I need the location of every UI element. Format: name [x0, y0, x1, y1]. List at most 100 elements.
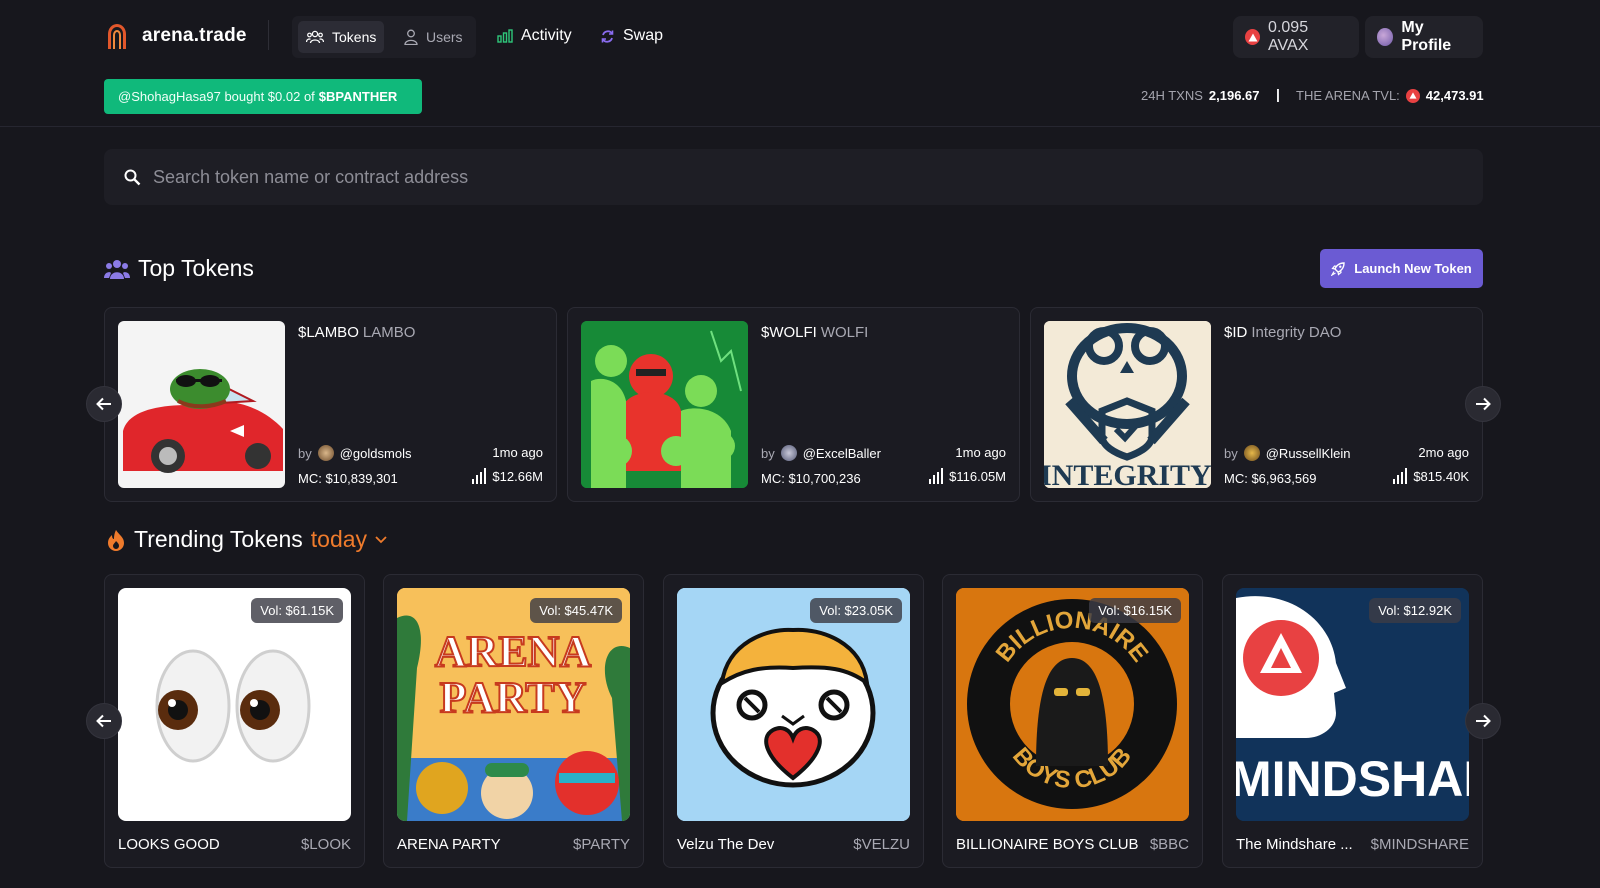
token-image-bbc: BILLIONAIRE BOYS CLUB Vol: $16.15K	[956, 588, 1189, 821]
ticker-text: @ShohagHasa97 bought $0.02 of	[118, 89, 315, 104]
creator-avatar	[317, 445, 334, 461]
tab-users-label: Users	[426, 29, 463, 45]
volume-badge: Vol: $23.05K	[810, 598, 902, 623]
search-bar	[104, 149, 1483, 205]
trending-tokens-title: Trending Tokens	[134, 526, 303, 552]
token-image-text-2: PARTY	[440, 673, 587, 722]
stats-separator: |	[1276, 86, 1280, 102]
volume-badge: Vol: $45.47K	[530, 598, 622, 623]
token-creator[interactable]: by @ExcelBaller	[761, 445, 881, 461]
swap-icon	[601, 29, 614, 43]
launch-new-token-label: Launch New Token	[1354, 261, 1472, 276]
search-icon	[124, 169, 141, 185]
header-divider-line	[0, 126, 1600, 127]
token-image-arena-party: ARENA PARTY Vol: $45.47K	[397, 588, 630, 821]
tvl-value: 42,473.91	[1425, 88, 1484, 103]
tab-tokens[interactable]: Tokens	[298, 21, 385, 53]
nav-swap[interactable]: Swap	[600, 27, 663, 45]
token-volume: $116.05M	[929, 468, 1006, 484]
brand-name[interactable]: arena.trade	[142, 25, 247, 47]
token-market-cap: MC: $10,839,301	[298, 471, 398, 486]
header-divider	[268, 20, 269, 50]
wallet-balance[interactable]: 0.095 AVAX	[1233, 16, 1359, 58]
trending-card-mindshare[interactable]: MINDSHAR Vol: $12.92K The Mindshare ... …	[1222, 574, 1483, 868]
trending-token-name: BILLIONAIRE BOYS CLUB	[956, 836, 1139, 853]
trending-card-look[interactable]: Vol: $61.15K LOOKS GOOD $LOOK	[104, 574, 365, 868]
token-image-wolfi	[581, 321, 748, 488]
by-label: by	[1224, 445, 1238, 461]
users-group-icon	[104, 259, 130, 279]
tvl-label: THE ARENA TVL:	[1296, 88, 1400, 103]
volume-badge: Vol: $12.92K	[1369, 598, 1461, 623]
volume-badge: Vol: $16.15K	[1089, 598, 1181, 623]
top-token-card-wolfi[interactable]: $WOLFI WOLFI by @ExcelBaller 1mo ago MC: …	[567, 307, 1020, 502]
trending-token-symbol: $VELZU	[853, 836, 910, 853]
trending-token-symbol: $PARTY	[573, 836, 630, 853]
token-symbol: $WOLFI	[761, 324, 817, 341]
token-image-text: INTEGRITY	[1044, 459, 1211, 488]
stats-txns: 24H TXNS 2,196.67	[1141, 88, 1260, 103]
wallet-balance-value: 0.095 AVAX	[1268, 19, 1309, 54]
trending-card-velzu[interactable]: Vol: $23.05K Velzu The Dev $VELZU	[663, 574, 924, 868]
trending-next-button[interactable]	[1465, 703, 1501, 739]
volume-bars-icon	[472, 468, 487, 484]
token-title: $ID Integrity DAO	[1224, 324, 1341, 341]
top-token-card-id[interactable]: INTEGRITY $ID Integrity DAO by @RussellKl…	[1030, 307, 1483, 502]
token-name: Integrity DAO	[1251, 324, 1342, 341]
launch-new-token-button[interactable]: Launch New Token	[1320, 249, 1483, 288]
nav-activity[interactable]: Activity	[497, 27, 572, 45]
top-tokens-heading: Top Tokens	[104, 255, 254, 282]
token-creator[interactable]: by @RussellKlein	[1224, 445, 1350, 461]
token-image-looks-good: Vol: $61.15K	[118, 588, 351, 821]
arrow-left-icon	[96, 397, 111, 411]
activity-ticker[interactable]: @ShohagHasa97 bought $0.02 of $BPANTHER	[104, 79, 422, 114]
volume-bars-icon	[1393, 468, 1408, 484]
tab-tokens-label: Tokens	[332, 29, 377, 45]
rocket-icon	[1331, 261, 1345, 276]
token-image-text: MINDSHAR	[1236, 751, 1469, 807]
trending-token-symbol: $MINDSHARE	[1370, 836, 1469, 853]
trending-period-select[interactable]: today	[311, 526, 367, 553]
trending-token-name: LOOKS GOOD	[118, 836, 220, 853]
my-profile-label: My Profile	[1401, 19, 1452, 54]
trending-token-name: Velzu The Dev	[677, 836, 775, 853]
arena-logo-icon[interactable]	[106, 22, 128, 50]
trending-prev-button[interactable]	[86, 703, 122, 739]
trending-token-symbol: $BBC	[1149, 836, 1189, 853]
token-name: LAMBO	[362, 324, 416, 341]
token-volume-value: $12.66M	[492, 469, 543, 484]
token-volume: $12.66M	[472, 468, 543, 484]
fire-icon	[108, 529, 124, 551]
volume-badge: Vol: $61.15K	[251, 598, 343, 623]
trending-token-name: The Mindshare ...	[1236, 836, 1353, 853]
top-tokens-prev-button[interactable]	[86, 386, 122, 422]
token-creator[interactable]: by @goldsmols	[298, 445, 411, 461]
trending-token-symbol: $LOOK	[300, 836, 351, 853]
token-market-cap: MC: $6,963,569	[1224, 471, 1317, 486]
token-volume: $815.40K	[1393, 468, 1469, 484]
user-icon	[404, 29, 418, 45]
chevron-down-icon[interactable]	[375, 535, 387, 544]
top-token-card-lambo[interactable]: $LAMBO LAMBO by @goldsmols 1mo ago MC: $1…	[104, 307, 557, 502]
token-symbol: $LAMBO	[298, 324, 359, 341]
creator-handle: @goldsmols	[339, 445, 412, 461]
txns-value: 2,196.67	[1208, 88, 1260, 103]
token-image-lambo	[118, 321, 285, 488]
avatar	[1377, 28, 1394, 46]
arrow-right-icon	[1476, 714, 1491, 728]
creator-avatar	[1243, 445, 1260, 461]
token-image-velzu: Vol: $23.05K	[677, 588, 910, 821]
token-title: $WOLFI WOLFI	[761, 324, 868, 341]
avax-icon	[1245, 29, 1261, 45]
search-input[interactable]	[153, 166, 1453, 188]
my-profile-button[interactable]: My Profile	[1365, 16, 1483, 58]
chart-bar-icon	[497, 29, 513, 43]
trending-card-party[interactable]: ARENA PARTY Vol: $45.47K ARENA PARTY $PA…	[383, 574, 644, 868]
nav-swap-label: Swap	[623, 27, 664, 44]
token-volume-value: $815.40K	[1413, 469, 1469, 484]
txns-label: 24H TXNS	[1141, 88, 1203, 103]
tab-users[interactable]: Users	[396, 21, 471, 53]
by-label: by	[298, 445, 312, 461]
trending-card-bbc[interactable]: BILLIONAIRE BOYS CLUB Vol: $16.15K BILLI…	[942, 574, 1203, 868]
top-tokens-next-button[interactable]	[1465, 386, 1501, 422]
